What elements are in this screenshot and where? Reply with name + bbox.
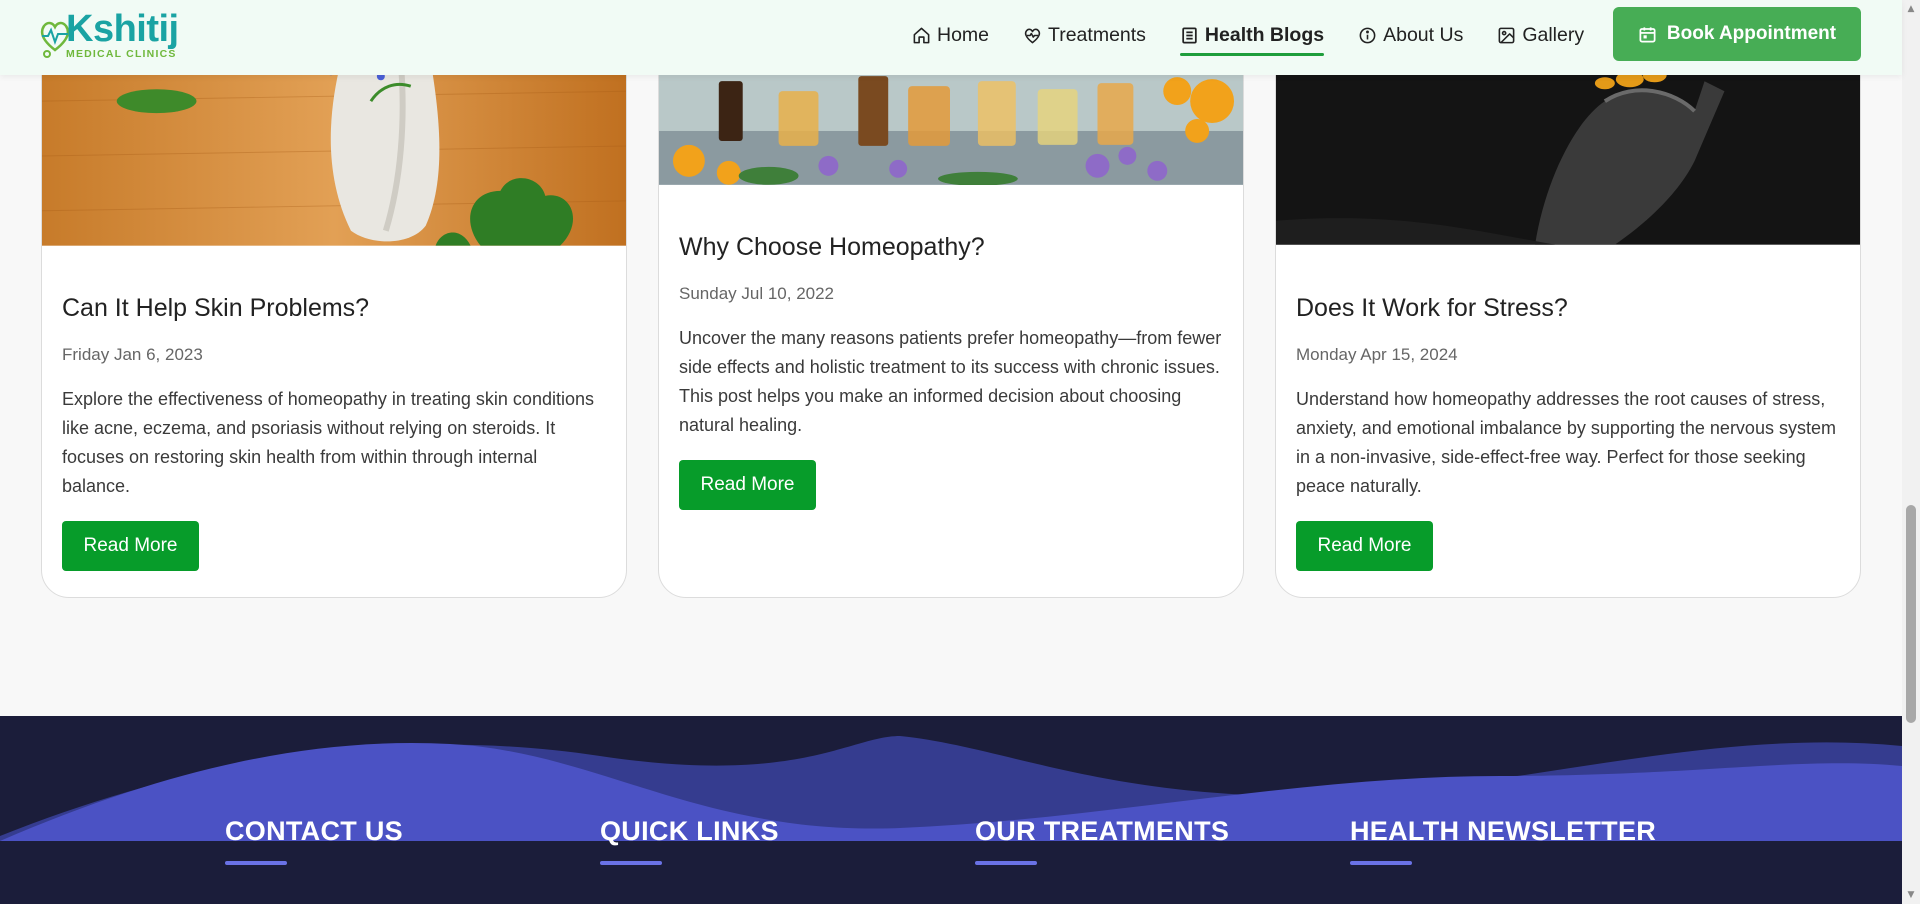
nav-item-about-us[interactable]: About Us xyxy=(1358,15,1463,55)
blog-card-date: Friday Jan 6, 2023 xyxy=(62,345,203,364)
blog-card-image xyxy=(42,61,626,246)
footer-column-newsletter: HEALTH NEWSLETTER xyxy=(1350,816,1656,865)
nav-item-gallery[interactable]: Gallery xyxy=(1497,15,1584,55)
image-icon xyxy=(1498,27,1515,43)
heading-underline xyxy=(1350,861,1412,865)
blog-card-description: Uncover the many reasons patients prefer… xyxy=(679,328,1222,435)
blog-card-title[interactable]: Does It Work for Stress? xyxy=(1296,294,1840,323)
read-more-button[interactable]: Read More xyxy=(1296,521,1433,571)
blog-card: Does It Work for Stress? Monday Apr 15, … xyxy=(1275,60,1861,598)
nav-item-label: Treatments xyxy=(1048,23,1146,46)
blog-card-image xyxy=(659,61,1243,185)
blog-card-image xyxy=(1276,61,1860,245)
book-appointment-label: Book Appointment xyxy=(1666,23,1837,44)
site-header: Kshitij MEDICAL CLINICS Home Treatments … xyxy=(0,0,1902,75)
blog-card-description: Explore the effectiveness of homeopathy … xyxy=(62,389,594,496)
logo-tagline: MEDICAL CLINICS xyxy=(66,48,177,60)
footer-column-quick-links: QUICK LINKS xyxy=(600,816,779,865)
scrollbar-thumb[interactable] xyxy=(1906,505,1916,723)
blog-card-title[interactable]: Why Choose Homeopathy? xyxy=(679,233,1223,262)
nav-item-label: Home xyxy=(937,23,990,46)
blog-card-date: Monday Apr 15, 2024 xyxy=(1296,345,1458,364)
nav-item-treatments[interactable]: Treatments xyxy=(1023,15,1146,55)
site-logo[interactable]: Kshitij MEDICAL CLINICS xyxy=(38,8,198,64)
scroll-up-arrow[interactable]: ▲ xyxy=(1906,4,1916,14)
read-more-button[interactable]: Read More xyxy=(679,460,816,510)
site-footer xyxy=(0,716,1902,904)
calendar-icon xyxy=(1639,26,1656,42)
footer-column-treatments: OUR TREATMENTS xyxy=(975,816,1229,865)
nav-item-label: Health Blogs xyxy=(1204,23,1325,46)
page-scrollbar[interactable]: ▲ ▼ xyxy=(1902,0,1920,904)
footer-heading: QUICK LINKS xyxy=(600,816,779,846)
main-nav: Home Treatments Health Blogs About Us Ga… xyxy=(912,0,1618,70)
footer-heading: OUR TREATMENTS xyxy=(975,816,1230,846)
blog-card-title[interactable]: Can It Help Skin Problems? xyxy=(62,294,606,323)
read-more-button[interactable]: Read More xyxy=(62,521,199,571)
footer-heading: CONTACT US xyxy=(225,816,403,846)
nav-item-label: Gallery xyxy=(1522,23,1585,46)
home-icon xyxy=(913,27,930,43)
nav-item-home[interactable]: Home xyxy=(912,15,989,55)
info-icon xyxy=(1359,27,1376,43)
blog-card: Why Choose Homeopathy? Sunday Jul 10, 20… xyxy=(658,60,1244,598)
footer-heading: HEALTH NEWSLETTER xyxy=(1350,816,1657,846)
logo-name: Kshitij xyxy=(66,8,179,50)
scroll-down-arrow[interactable]: ▼ xyxy=(1906,890,1916,900)
footer-column-contact: CONTACT US xyxy=(225,816,403,865)
book-appointment-button[interactable]: Book Appointment xyxy=(1613,7,1861,61)
nav-item-health-blogs[interactable]: Health Blogs xyxy=(1179,15,1325,56)
newspaper-icon xyxy=(1182,27,1197,43)
nav-item-label: About Us xyxy=(1383,23,1464,46)
blog-card: Can It Help Skin Problems? Friday Jan 6,… xyxy=(41,60,627,598)
heading-underline xyxy=(975,861,1037,865)
heading-underline xyxy=(225,861,287,865)
heart-pulse-icon xyxy=(1024,28,1041,43)
blog-card-description: Understand how homeopathy addresses the … xyxy=(1296,389,1836,496)
blog-card-date: Sunday Jul 10, 2022 xyxy=(679,284,835,303)
heading-underline xyxy=(600,861,662,865)
